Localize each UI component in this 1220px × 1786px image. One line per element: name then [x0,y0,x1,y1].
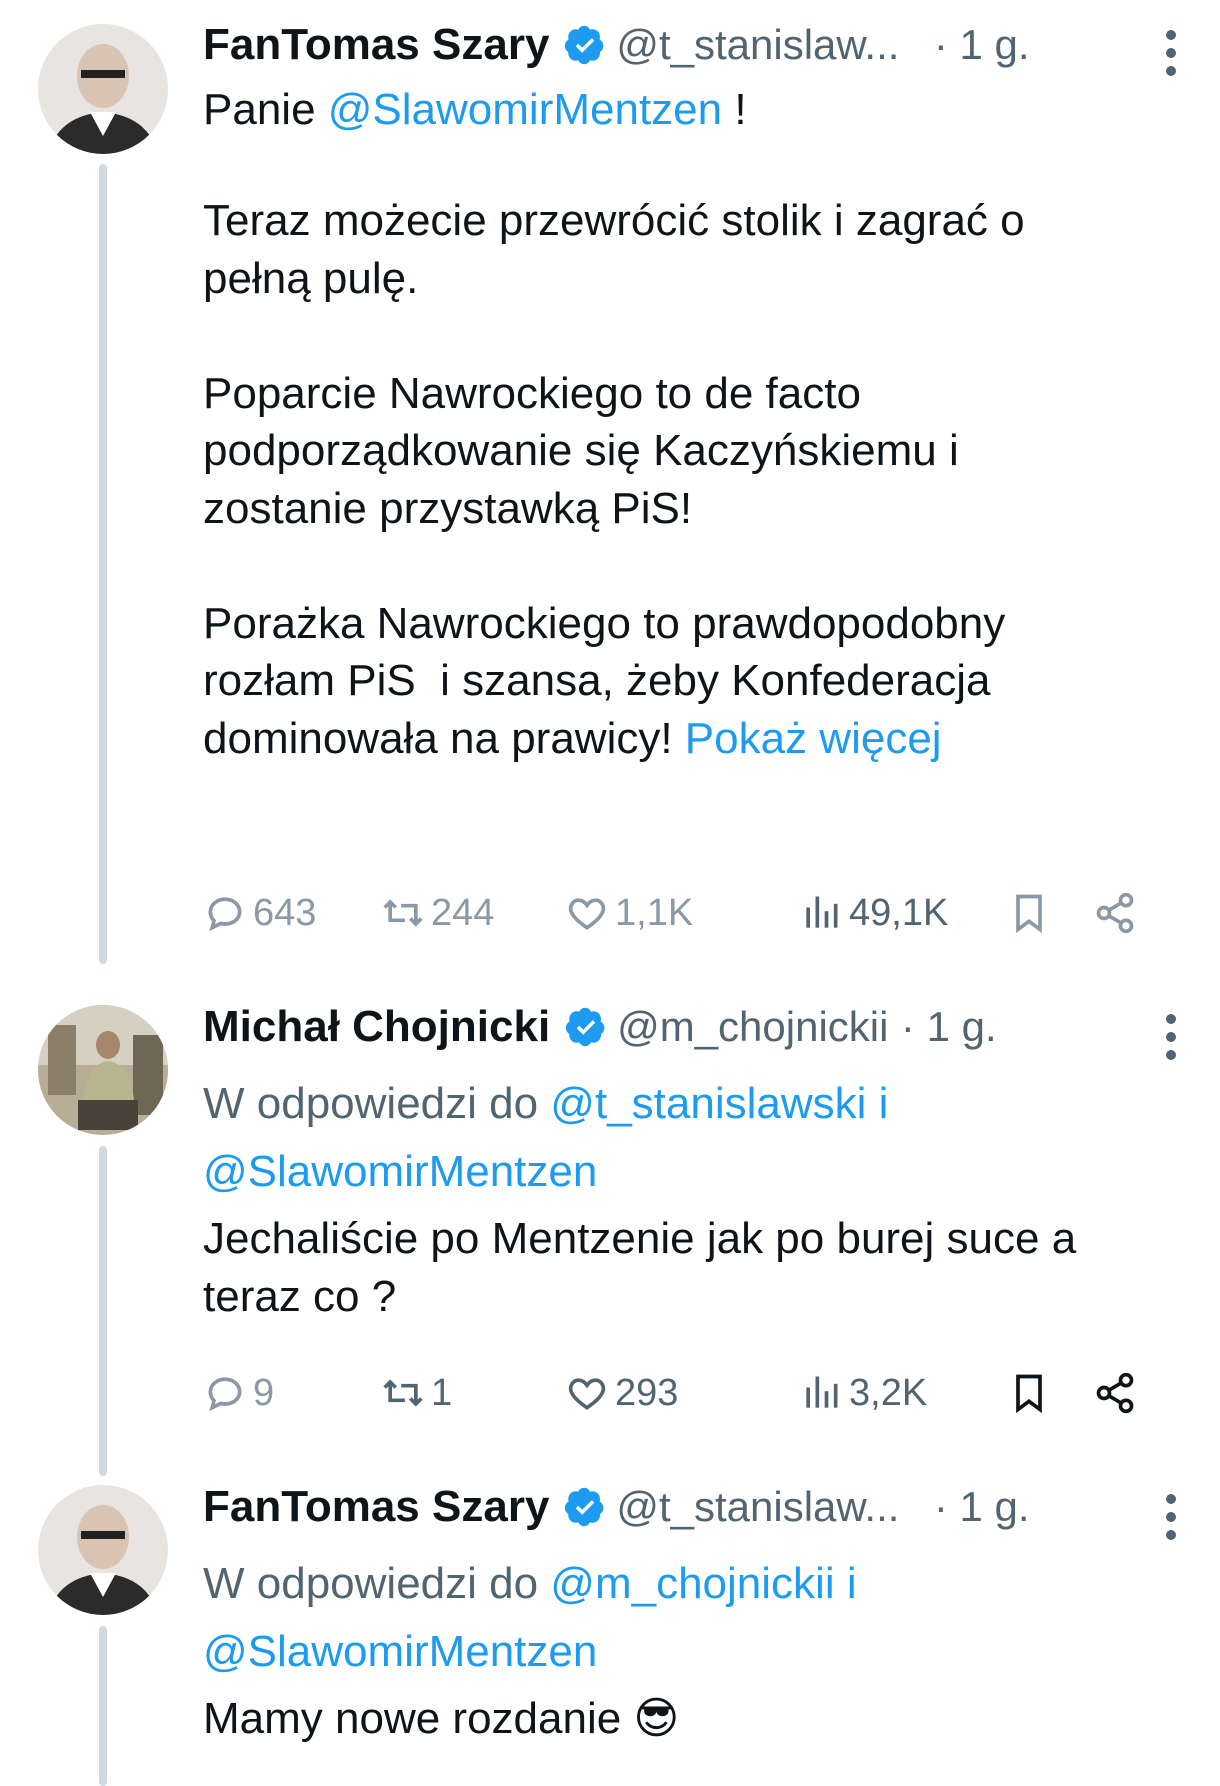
retweet-count: 244 [431,891,495,934]
timestamp[interactable]: · 1 g. [901,1003,997,1050]
avatar[interactable] [38,24,168,154]
bookmark-button[interactable] [1007,1368,1051,1418]
author-name[interactable]: FanTomas Szary [203,20,549,69]
author-handle[interactable]: @t_stanislaw... [616,21,899,68]
thread-line [99,164,107,964]
author-handle[interactable]: @m_chojnickii [617,1003,888,1050]
share-button[interactable] [1093,888,1137,938]
author-name[interactable]: FanTomas Szary [203,1482,549,1531]
reply-to-user-link[interactable]: @t_stanislawski i [550,1079,888,1128]
avatar[interactable] [38,1485,168,1615]
verified-badge-icon [564,1487,604,1527]
reply-to-user-link[interactable]: @SlawomirMentzen [203,1627,597,1676]
more-icon[interactable] [1164,30,1178,84]
reply-context-2: @SlawomirMentzen [203,1618,597,1686]
bookmark-button[interactable] [1007,888,1051,938]
share-icon [1096,892,1134,934]
reply-icon [208,1377,242,1412]
author-name[interactable]: Michał Chojnicki [203,1002,550,1051]
bookmark-icon [1016,1374,1042,1414]
views-icon [806,896,838,928]
share-icon [1096,1372,1134,1414]
avatar[interactable] [38,1005,168,1135]
reply-to-user-link[interactable]: @SlawomirMentzen [203,1147,597,1196]
reply-count: 9 [253,1371,275,1414]
retweet-button[interactable]: 1 [381,1368,452,1418]
reply-context: W odpowiedzi do @m_chojnickii i [203,1559,857,1608]
timestamp[interactable]: · 1 g. [934,1483,1030,1530]
reply-context-2: @SlawomirMentzen [203,1138,597,1206]
bookmark-icon [1016,894,1042,934]
like-icon [568,898,606,930]
views-button[interactable]: 49,1K [799,888,948,938]
tweet-body: Jechaliście po Mentzenie jak po burej su… [203,1214,1077,1321]
retweet-icon [383,1379,423,1407]
reply-count: 643 [253,891,317,934]
tweet-body: Teraz możecie przewrócić stolik i zagrać… [203,196,1025,763]
reply-icon [208,897,242,932]
author-handle[interactable]: @t_stanislaw... [616,1483,899,1530]
action-bar: 9 1 293 3,2K [203,1368,1220,1418]
views-button[interactable]: 3,2K [799,1368,927,1418]
verified-badge-icon [564,25,604,65]
views-count: 3,2K [849,1371,928,1414]
like-icon [568,1378,606,1410]
verified-badge-icon [565,1007,604,1047]
views-count: 49,1K [849,891,949,934]
timestamp[interactable]: · 1 g. [934,21,1030,68]
views-icon [806,1376,838,1408]
like-button[interactable]: 1,1K [565,888,693,938]
mention-link[interactable]: @SlawomirMentzen [328,85,722,134]
reply-button[interactable]: 9 [203,1368,274,1418]
like-button[interactable]: 293 [565,1368,678,1418]
like-count: 293 [615,1371,679,1414]
thread-line [99,1626,107,1786]
more-icon[interactable] [1164,1494,1178,1548]
thread-line [99,1146,107,1476]
share-button[interactable] [1093,1368,1137,1418]
retweet-count: 1 [431,1371,453,1414]
show-more-link[interactable]: Pokaż więcej [685,714,942,763]
tweet-2[interactable]: Michał Chojnicki @m_chojnickii · 1 g. W … [0,960,1220,1476]
reply-context: W odpowiedzi do @t_stanislawski i [203,1079,889,1128]
tweet-body: Mamy nowe rozdanie 😎 [203,1694,680,1743]
tweet-1[interactable]: FanTomas Szary @t_stanislaw... · 1 g. Pa… [0,0,1220,964]
tweet-mention-line: Panie @SlawomirMentzen ! [203,85,747,134]
retweet-button[interactable]: 244 [381,888,494,938]
retweet-icon [383,899,423,927]
reply-button[interactable]: 643 [203,888,316,938]
like-count: 1,1K [615,891,694,934]
action-bar: 643 244 1,1K 49,1K [203,888,1220,938]
reply-to-user-link[interactable]: @m_chojnickii i [550,1559,856,1608]
more-icon[interactable] [1164,1014,1178,1068]
tweet-3[interactable]: FanTomas Szary @t_stanislaw... · 1 g. W … [0,1440,1220,1786]
